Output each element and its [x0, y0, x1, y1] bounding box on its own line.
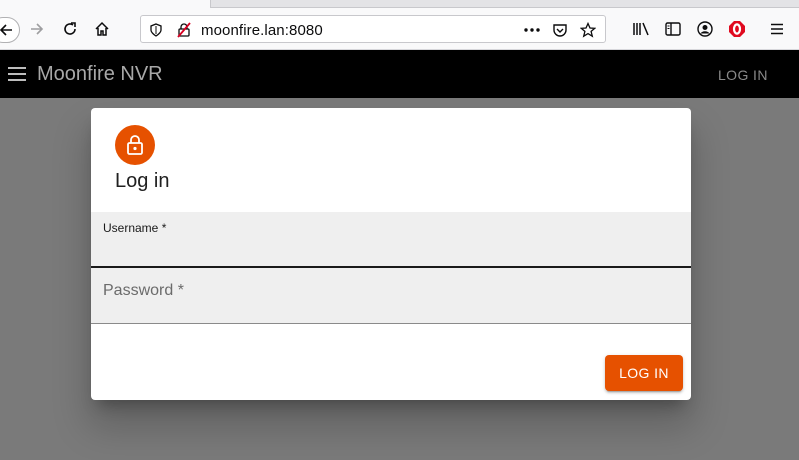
reload-icon	[64, 22, 76, 35]
home-button[interactable]	[91, 18, 113, 40]
password-field[interactable]: Password *	[91, 268, 691, 324]
extension-icon[interactable]	[726, 18, 748, 40]
browser-toolbar: moonfire.lan:8080	[0, 0, 799, 50]
forward-icon	[31, 23, 44, 35]
url-text[interactable]: moonfire.lan:8080	[201, 22, 323, 39]
insecure-lock-icon[interactable]	[175, 21, 193, 39]
app-bar: Moonfire NVR LOG IN	[0, 50, 799, 98]
tab-strip	[0, 0, 799, 9]
back-button[interactable]	[0, 17, 20, 43]
more-icon[interactable]	[523, 21, 541, 39]
username-label: Username *	[103, 221, 167, 235]
back-icon	[0, 24, 12, 36]
lock-icon	[127, 135, 143, 155]
login-button[interactable]: LOG IN	[605, 355, 683, 391]
login-dialog: Log in Username * Password * LOG IN	[91, 108, 691, 400]
url-bar[interactable]: moonfire.lan:8080	[140, 15, 606, 43]
library-icon[interactable]	[630, 18, 652, 40]
reload-button[interactable]	[59, 18, 81, 40]
shield-icon[interactable]	[147, 21, 165, 39]
forward-button[interactable]	[27, 18, 49, 40]
username-field[interactable]: Username *	[91, 212, 691, 268]
pocket-icon[interactable]	[551, 21, 569, 39]
app-title: Moonfire NVR	[37, 63, 163, 85]
menu-icon[interactable]	[766, 18, 788, 40]
avatar	[115, 125, 155, 165]
hamburger-menu-icon[interactable]	[8, 67, 26, 81]
dialog-title: Log in	[115, 170, 170, 192]
sidebar-icon[interactable]	[662, 18, 684, 40]
active-tab[interactable]	[0, 0, 210, 9]
appbar-login-button[interactable]: LOG IN	[718, 67, 768, 83]
password-input[interactable]	[103, 294, 673, 318]
star-icon[interactable]	[579, 21, 597, 39]
username-input[interactable]	[103, 238, 673, 262]
account-icon[interactable]	[694, 18, 716, 40]
tab-strip-background	[210, 0, 799, 8]
home-icon	[95, 21, 109, 36]
